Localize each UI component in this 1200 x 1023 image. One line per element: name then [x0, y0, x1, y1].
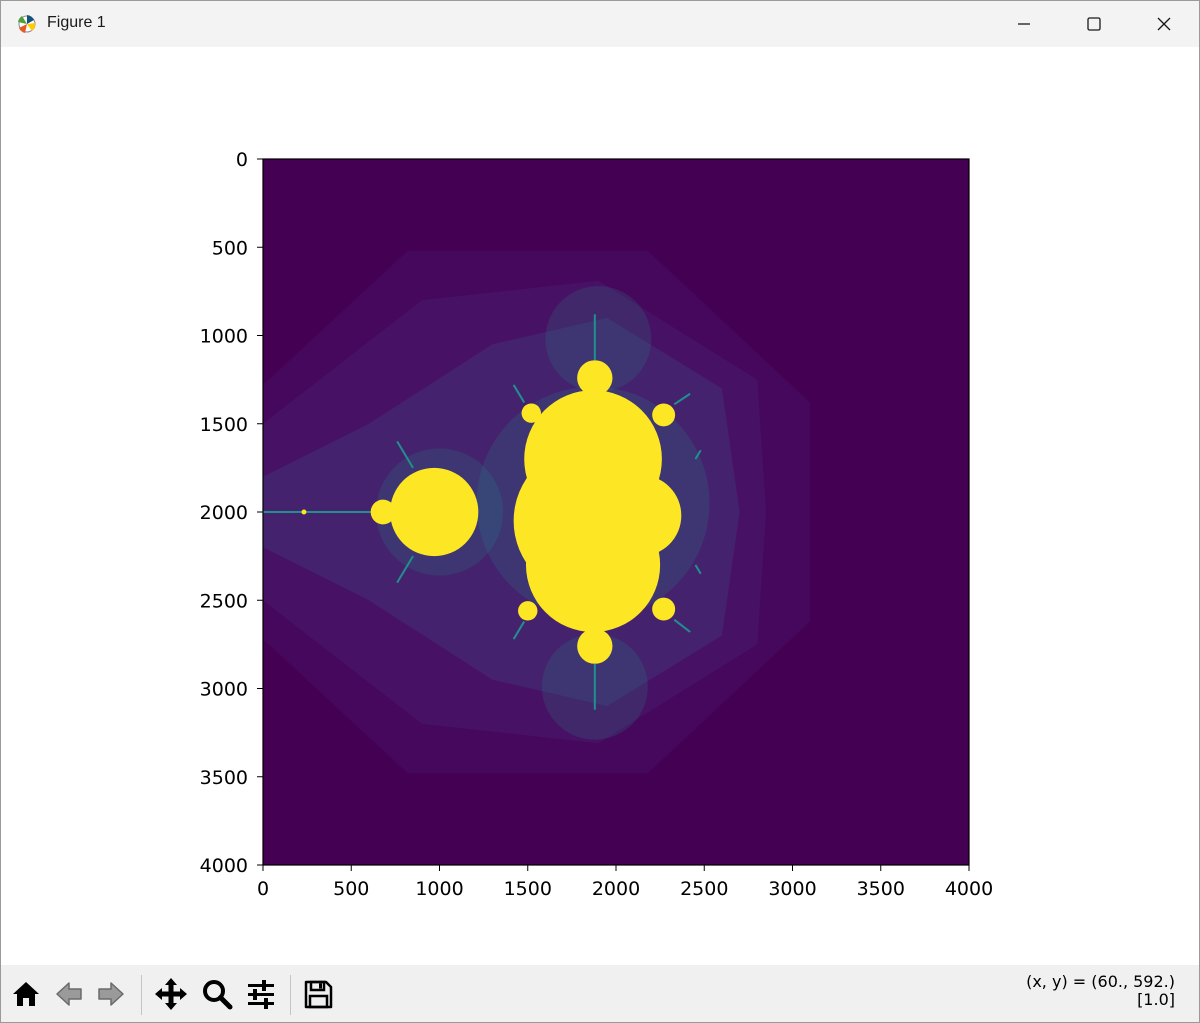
save-button[interactable]	[299, 975, 337, 1013]
x-tick-label: 3500	[857, 878, 905, 900]
lower-right-bulb	[652, 597, 676, 621]
maximize-icon	[1087, 17, 1101, 31]
home-icon	[13, 982, 39, 1006]
y-tick-label: 3000	[200, 679, 248, 701]
top-bulb	[577, 360, 613, 396]
y-tick-label: 3500	[200, 767, 248, 789]
upper-right-bulb	[652, 403, 676, 427]
y-axis: 0 500 1000 1500 2000 2500 3000 3500 4000	[200, 149, 263, 877]
close-icon	[1157, 17, 1171, 31]
minimize-button[interactable]	[989, 1, 1059, 47]
x-tick-label: 1000	[415, 878, 463, 900]
coords-readout: (x, y) = (60., 592.)	[1026, 972, 1175, 991]
window-title: Figure 1	[47, 14, 106, 31]
cardioid-right-lobe	[600, 474, 682, 557]
y-tick-label: 500	[212, 237, 248, 259]
move-icon	[155, 978, 187, 1010]
mini-mandelbrot	[301, 509, 307, 515]
x-tick-label: 2000	[592, 878, 640, 900]
mandelbrot-plot[interactable]: 0 500 1000 1500 2000 2500 3000 3500 4000 0 500 100…	[1, 47, 1199, 965]
y-tick-label: 1500	[200, 414, 248, 436]
toolbar-separator	[141, 975, 142, 1015]
floppy-disk-icon	[304, 980, 333, 1009]
close-button[interactable]	[1129, 1, 1199, 47]
back-button[interactable]	[50, 975, 88, 1013]
y-tick-label: 0	[236, 149, 248, 171]
period-4-bulb	[370, 499, 396, 525]
maximize-button[interactable]	[1059, 1, 1129, 47]
cursor-coordinates: (x, y) = (60., 592.) [1.0]	[1026, 973, 1175, 1009]
figure-window: Figure 1 0 500 1000 1500 2000 2500 3000 …	[0, 0, 1200, 1023]
pixel-value-readout: [1.0]	[1137, 990, 1175, 1009]
lower-left-bulb	[518, 601, 538, 621]
minimize-icon	[1018, 23, 1030, 25]
x-tick-label: 2500	[680, 878, 728, 900]
bottom-bulb	[577, 628, 613, 664]
home-button[interactable]	[7, 975, 45, 1013]
matplotlib-logo-icon	[18, 15, 36, 33]
x-tick-label: 0	[257, 878, 269, 900]
image-area	[263, 159, 969, 865]
x-axis: 0 500 1000 1500 2000 2500 3000 3500 4000	[257, 865, 993, 900]
y-tick-label: 1000	[200, 326, 248, 348]
arrow-right-icon	[98, 982, 124, 1006]
sliders-icon	[248, 980, 274, 1009]
zoom-button[interactable]	[198, 975, 236, 1013]
y-tick-label: 4000	[200, 855, 248, 877]
magnifier-icon	[203, 980, 233, 1010]
upper-left-bulb	[521, 403, 541, 423]
figure-canvas[interactable]: 0 500 1000 1500 2000 2500 3000 3500 4000 0 500 100…	[1, 47, 1199, 965]
configure-subplots-button[interactable]	[242, 975, 280, 1013]
title-bar[interactable]: Figure 1	[1, 1, 1199, 47]
x-tick-label: 500	[333, 878, 369, 900]
x-tick-label: 3000	[768, 878, 816, 900]
y-tick-label: 2500	[200, 590, 248, 612]
x-tick-label: 1500	[504, 878, 552, 900]
pan-button[interactable]	[152, 975, 190, 1013]
period-2-bulb	[390, 467, 479, 557]
toolbar-separator	[290, 975, 291, 1015]
arrow-left-icon	[56, 982, 82, 1006]
y-tick-label: 2000	[200, 502, 248, 524]
forward-button[interactable]	[92, 975, 130, 1013]
navigation-toolbar: (x, y) = (60., 592.) [1.0]	[1, 965, 1199, 1022]
x-tick-label: 4000	[945, 878, 993, 900]
